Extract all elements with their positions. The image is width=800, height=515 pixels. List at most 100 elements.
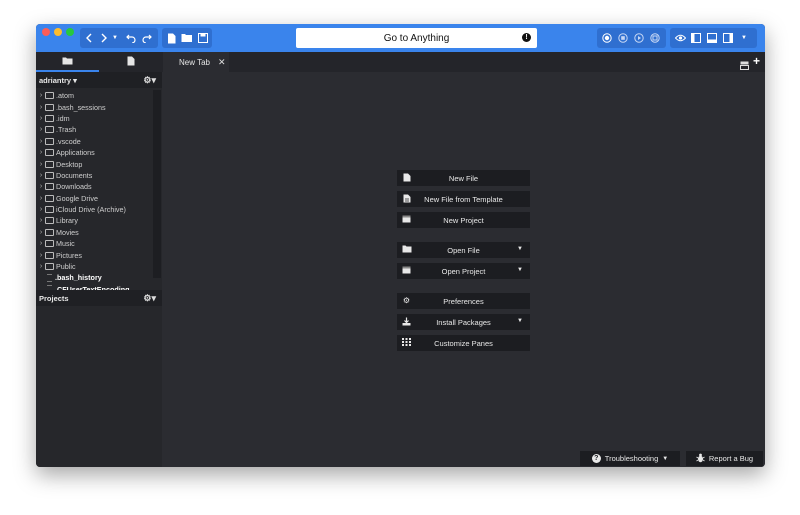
save-icon[interactable] bbox=[196, 29, 210, 47]
app-window: ▼ Go to Anything ! ▼ New Tab ✕ + adriant… bbox=[36, 24, 765, 467]
new-file-from-template-button[interactable]: New File from Template bbox=[397, 191, 530, 207]
folder-icon bbox=[45, 126, 54, 134]
tree-item-label: .atom bbox=[56, 91, 74, 101]
undo-icon[interactable] bbox=[124, 29, 138, 47]
chevron-right-icon[interactable]: › bbox=[37, 206, 45, 213]
tree-folder-item[interactable]: › iCloud Drive (Archive) bbox=[36, 204, 152, 215]
tree-folder-item[interactable]: › Public bbox=[36, 261, 152, 272]
tree-folder-item[interactable]: › Downloads bbox=[36, 181, 152, 192]
open-file-dropdown-icon[interactable]: ▼ bbox=[517, 246, 523, 252]
redo-icon[interactable] bbox=[140, 29, 154, 47]
close-window-button[interactable] bbox=[42, 28, 50, 36]
chevron-right-icon[interactable]: › bbox=[37, 104, 45, 111]
chevron-right-icon[interactable]: › bbox=[37, 263, 45, 270]
tree-file-item[interactable]: .bash_history bbox=[36, 272, 152, 283]
tree-item-label: Music bbox=[56, 239, 75, 249]
download-icon bbox=[402, 317, 411, 326]
folder-icon bbox=[45, 183, 54, 191]
new-tab-plus-icon[interactable]: + bbox=[753, 54, 760, 68]
folder-icon bbox=[45, 114, 54, 122]
folder-icon bbox=[45, 92, 54, 100]
open-project-button[interactable]: Open Project ▼ bbox=[397, 263, 530, 279]
stop-macro-icon[interactable] bbox=[616, 29, 630, 47]
chevron-right-icon[interactable]: › bbox=[37, 252, 45, 259]
troubleshooting-button[interactable]: ? Troubleshooting ▼ bbox=[580, 451, 680, 466]
places-header[interactable]: adriantry ▾ ⚙▾ bbox=[36, 72, 162, 88]
close-tab-icon[interactable]: ✕ bbox=[218, 57, 226, 68]
open-folder-icon[interactable] bbox=[180, 29, 194, 47]
tree-folder-item[interactable]: › .Trash bbox=[36, 124, 152, 135]
tree-folder-item[interactable]: › .bash_sessions bbox=[36, 101, 152, 112]
toggle-bottom-pane-icon[interactable] bbox=[705, 29, 719, 47]
open-file-button[interactable]: Open File ▼ bbox=[397, 242, 530, 258]
tree-folder-item[interactable]: › .vscode bbox=[36, 136, 152, 147]
new-file-button[interactable]: New File bbox=[397, 170, 530, 186]
folder-icon bbox=[45, 194, 54, 202]
project-icon bbox=[402, 215, 411, 224]
new-file-label: New File bbox=[448, 173, 479, 183]
tree-folder-item[interactable]: › Movies bbox=[36, 227, 152, 238]
tree-folder-item[interactable]: › Applications bbox=[36, 147, 152, 158]
tab-open-files[interactable] bbox=[99, 52, 162, 72]
tab-places[interactable] bbox=[36, 52, 99, 72]
tree-item-label: .bash_history bbox=[55, 273, 102, 283]
projects-header[interactable]: Projects ⚙▾ bbox=[36, 290, 162, 306]
places-gear-icon[interactable]: ⚙▾ bbox=[143, 75, 156, 86]
chevron-right-icon[interactable]: › bbox=[37, 92, 45, 99]
tab-bar: New Tab ✕ + bbox=[36, 52, 765, 72]
preferences-button[interactable]: ⚙ Preferences bbox=[397, 293, 530, 309]
tree-folder-item[interactable]: › Library bbox=[36, 215, 152, 226]
tree-folder-item[interactable]: › .idm bbox=[36, 113, 152, 124]
chevron-right-icon[interactable]: › bbox=[37, 115, 45, 122]
projects-gear-icon[interactable]: ⚙▾ bbox=[143, 293, 156, 304]
chevron-right-icon[interactable]: › bbox=[37, 126, 45, 133]
file-tree-scrollbar[interactable] bbox=[153, 90, 161, 278]
tree-item-label: .bash_sessions bbox=[56, 102, 106, 112]
chevron-right-icon[interactable]: › bbox=[37, 149, 45, 156]
tree-folder-item[interactable]: › Pictures bbox=[36, 249, 152, 260]
tree-folder-item[interactable]: › Documents bbox=[36, 170, 152, 181]
history-dropdown-icon[interactable]: ▼ bbox=[111, 29, 119, 47]
save-macro-icon[interactable] bbox=[648, 29, 662, 47]
tree-folder-item[interactable]: › .atom bbox=[36, 90, 152, 101]
zoom-window-button[interactable] bbox=[66, 28, 74, 36]
customize-panes-button[interactable]: Customize Panes bbox=[397, 335, 530, 351]
layout-dropdown-icon[interactable]: ▼ bbox=[738, 29, 750, 47]
editor-tab-new-tab[interactable]: New Tab ✕ bbox=[163, 52, 229, 72]
chevron-right-icon[interactable]: › bbox=[37, 172, 45, 179]
gear-icon: ⚙ bbox=[402, 296, 411, 305]
tree-folder-item[interactable]: › Desktop bbox=[36, 158, 152, 169]
chevron-right-icon[interactable]: › bbox=[37, 229, 45, 236]
go-to-anything-bar[interactable]: Go to Anything ! bbox=[296, 28, 537, 48]
chevron-right-icon[interactable]: › bbox=[37, 161, 45, 168]
tree-folder-item[interactable]: › Music bbox=[36, 238, 152, 249]
chevron-right-icon[interactable]: › bbox=[37, 195, 45, 202]
minimize-window-button[interactable] bbox=[54, 28, 62, 36]
tree-item-label: Public bbox=[56, 262, 76, 272]
focus-mode-icon[interactable] bbox=[673, 29, 687, 47]
forward-icon[interactable] bbox=[97, 29, 111, 47]
preferences-label: Preferences bbox=[443, 296, 484, 306]
new-file-from-template-label: New File from Template bbox=[424, 194, 503, 204]
play-macro-icon[interactable] bbox=[632, 29, 646, 47]
chevron-right-icon[interactable]: › bbox=[37, 183, 45, 190]
open-project-dropdown-icon[interactable]: ▼ bbox=[517, 267, 523, 273]
back-icon[interactable] bbox=[82, 29, 96, 47]
report-bug-button[interactable]: Report a Bug bbox=[686, 451, 763, 466]
chevron-right-icon[interactable]: › bbox=[37, 138, 45, 145]
open-project-label: Open Project bbox=[441, 266, 486, 276]
record-macro-icon[interactable] bbox=[600, 29, 614, 47]
info-icon[interactable]: ! bbox=[522, 33, 531, 42]
tree-folder-item[interactable]: › Google Drive bbox=[36, 193, 152, 204]
install-packages-button[interactable]: Install Packages ▼ bbox=[397, 314, 530, 330]
toggle-right-pane-icon[interactable] bbox=[721, 29, 735, 47]
places-root-label[interactable]: adriantry ▾ bbox=[39, 76, 77, 85]
chevron-right-icon[interactable]: › bbox=[37, 217, 45, 224]
toggle-left-pane-icon[interactable] bbox=[689, 29, 703, 47]
install-packages-dropdown-icon[interactable]: ▼ bbox=[517, 318, 523, 324]
file-icon bbox=[47, 273, 52, 282]
new-file-icon[interactable] bbox=[164, 29, 178, 47]
chevron-right-icon[interactable]: › bbox=[37, 240, 45, 247]
tree-item-label: Desktop bbox=[56, 159, 83, 169]
new-project-button[interactable]: New Project bbox=[397, 212, 530, 228]
